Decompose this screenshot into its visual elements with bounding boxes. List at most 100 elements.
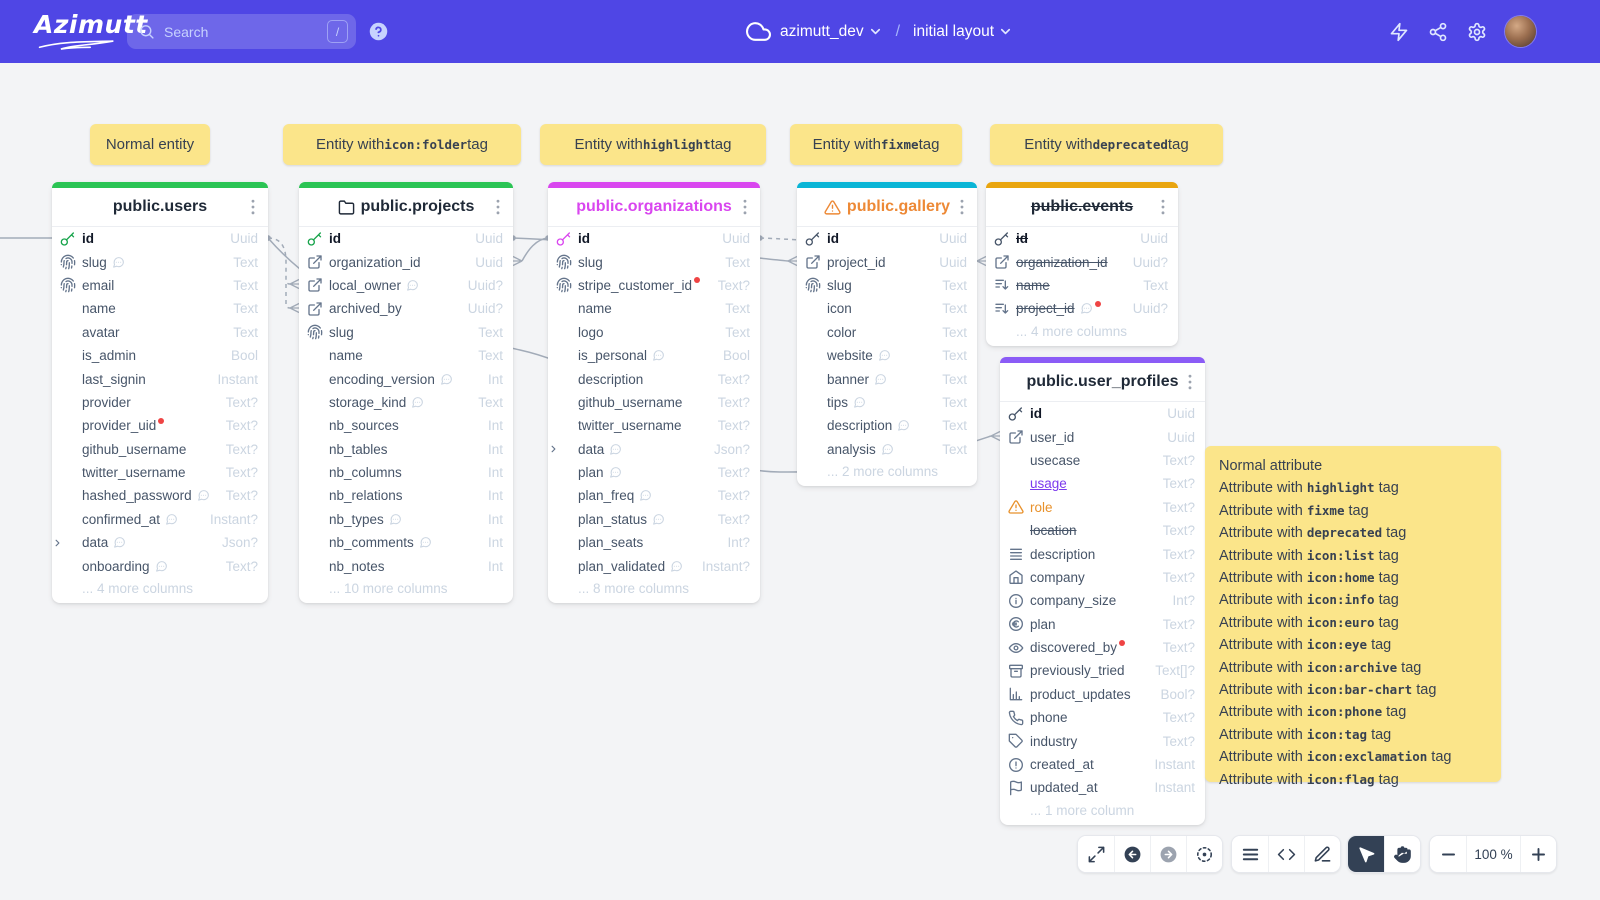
attribute-github_username[interactable]: github_usernameText?: [52, 438, 268, 461]
layout-selector[interactable]: initial layout: [913, 23, 1013, 41]
attribute-slug[interactable]: slugText: [797, 274, 977, 297]
select-tool-button[interactable]: [1348, 836, 1384, 872]
attribute-organization_id[interactable]: organization_idUuid?: [986, 250, 1178, 273]
attribute-description[interactable]: descriptionText?: [1000, 542, 1205, 565]
attribute-usage[interactable]: usageText?: [1000, 472, 1205, 495]
attribute-name[interactable]: nameText: [52, 297, 268, 320]
attribute-user_id[interactable]: user_idUuid: [1000, 425, 1205, 448]
search-input[interactable]: [162, 23, 327, 41]
attribute-plan[interactable]: planText?: [1000, 613, 1205, 636]
attribute-data[interactable]: dataJson?: [52, 531, 268, 554]
attribute-plan_seats[interactable]: plan_seatsInt?: [548, 531, 760, 554]
attribute-usecase[interactable]: usecaseText?: [1000, 449, 1205, 472]
entity-menu-icon[interactable]: [1180, 372, 1200, 392]
attribute-website[interactable]: websiteText: [797, 344, 977, 367]
attribute-description[interactable]: descriptionText?: [548, 367, 760, 390]
attribute-discovered_by[interactable]: discovered_byText?: [1000, 636, 1205, 659]
attribute-nb_comments[interactable]: nb_commentsInt: [299, 531, 513, 554]
attribute-storage_kind[interactable]: storage_kindText: [299, 391, 513, 414]
table-list-button[interactable]: [1232, 836, 1268, 872]
attribute-github_username[interactable]: github_usernameText?: [548, 391, 760, 414]
memo-note[interactable]: Entity with deprecated tag: [990, 124, 1223, 165]
attribute-id[interactable]: idUuid: [299, 227, 513, 250]
attribute-last_signin[interactable]: last_signinInstant: [52, 367, 268, 390]
attribute-onboarding[interactable]: onboardingText?: [52, 554, 268, 577]
attribute-slug[interactable]: slugText: [548, 250, 760, 273]
attribute-nb_relations[interactable]: nb_relationsInt: [299, 484, 513, 507]
entity-events[interactable]: public.eventsidUuidorganization_idUuid?n…: [986, 182, 1178, 346]
memo-note[interactable]: Entity with fixme tag: [790, 124, 962, 165]
attribute-twitter_username[interactable]: twitter_usernameText?: [52, 461, 268, 484]
attribute-organization_id[interactable]: organization_idUuid: [299, 250, 513, 273]
attribute-avatar[interactable]: avatarText: [52, 321, 268, 344]
attribute-email[interactable]: emailText: [52, 274, 268, 297]
attribute-analysis[interactable]: analysisText: [797, 438, 977, 461]
attribute-created_at[interactable]: created_atInstant: [1000, 753, 1205, 776]
attribute-icon[interactable]: iconText: [797, 297, 977, 320]
attribute-data[interactable]: dataJson?: [548, 438, 760, 461]
zoom-in-button[interactable]: [1520, 836, 1556, 872]
edit-memo-button[interactable]: [1304, 836, 1340, 872]
settings-gear-icon[interactable]: [1467, 22, 1487, 42]
attribute-slug[interactable]: slugText: [299, 321, 513, 344]
memo-note[interactable]: Entity with icon:folder tag: [283, 124, 521, 165]
attribute-plan[interactable]: planText?: [548, 461, 760, 484]
memo-note[interactable]: Normal entity: [90, 124, 210, 165]
attribute-archived_by[interactable]: archived_byUuid?: [299, 297, 513, 320]
entity-menu-icon[interactable]: [488, 197, 508, 217]
attribute-is_admin[interactable]: is_adminBool: [52, 344, 268, 367]
attribute-plan_freq[interactable]: plan_freqText?: [548, 484, 760, 507]
attribute-company[interactable]: companyText?: [1000, 566, 1205, 589]
entity-menu-icon[interactable]: [735, 197, 755, 217]
attribute-plan_validated[interactable]: plan_validatedInstant?: [548, 554, 760, 577]
attribute-tips[interactable]: tipsText: [797, 391, 977, 414]
user-avatar[interactable]: [1505, 16, 1536, 47]
expand-chevron-icon[interactable]: [52, 537, 63, 548]
attribute-name[interactable]: nameText: [299, 344, 513, 367]
attribute-id[interactable]: idUuid: [1000, 402, 1205, 425]
attribute-nb_tables[interactable]: nb_tablesInt: [299, 438, 513, 461]
help-icon[interactable]: [368, 21, 389, 42]
aml-editor-button[interactable]: [1268, 836, 1304, 872]
attribute-location[interactable]: locationText?: [1000, 519, 1205, 542]
more-columns[interactable]: ... 4 more columns: [986, 321, 1178, 339]
attribute-name[interactable]: nameText: [986, 274, 1178, 297]
attribute-nb_columns[interactable]: nb_columnsInt: [299, 461, 513, 484]
entity-menu-icon[interactable]: [1153, 197, 1173, 217]
fit-screen-button[interactable]: [1078, 836, 1114, 872]
attribute-provider_uid[interactable]: provider_uidText?: [52, 414, 268, 437]
attribute-industry[interactable]: industryText?: [1000, 729, 1205, 752]
search-box[interactable]: /: [127, 14, 356, 49]
more-columns[interactable]: ... 10 more columns: [299, 578, 513, 596]
attribute-is_personal[interactable]: is_personalBool: [548, 344, 760, 367]
entity-organizations[interactable]: public.organizationsidUuidslugTextstripe…: [548, 182, 760, 603]
more-columns[interactable]: ... 2 more columns: [797, 461, 977, 479]
attribute-project_id[interactable]: project_idUuid?: [986, 297, 1178, 320]
attribute-phone[interactable]: phoneText?: [1000, 706, 1205, 729]
attribute-color[interactable]: colorText: [797, 321, 977, 344]
attribute-logo[interactable]: logoText: [548, 321, 760, 344]
attribute-id[interactable]: idUuid: [797, 227, 977, 250]
attribute-role[interactable]: roleText?: [1000, 496, 1205, 519]
attribute-id[interactable]: idUuid: [548, 227, 760, 250]
entity-gallery[interactable]: public.galleryidUuidproject_idUuidslugTe…: [797, 182, 977, 486]
pan-tool-button[interactable]: [1384, 836, 1420, 872]
undo-button[interactable]: [1114, 836, 1150, 872]
attribute-product_updates[interactable]: product_updatesBool?: [1000, 683, 1205, 706]
quick-actions-icon[interactable]: [1389, 22, 1409, 42]
share-icon[interactable]: [1428, 22, 1448, 42]
attribute-encoding_version[interactable]: encoding_versionInt: [299, 367, 513, 390]
attribute-name[interactable]: nameText: [548, 297, 760, 320]
attribute-nb_notes[interactable]: nb_notesInt: [299, 554, 513, 577]
entity-menu-icon[interactable]: [952, 197, 972, 217]
attribute-tags-note[interactable]: Normal attributeAttribute with highlight…: [1205, 446, 1501, 782]
entity-user_profiles[interactable]: public.user_profilesidUuiduser_idUuiduse…: [1000, 357, 1205, 825]
attribute-confirmed_at[interactable]: confirmed_atInstant?: [52, 508, 268, 531]
memo-note[interactable]: Entity with highlight tag: [540, 124, 766, 165]
project-selector[interactable]: azimutt_dev: [780, 23, 883, 41]
attribute-nb_sources[interactable]: nb_sourcesInt: [299, 414, 513, 437]
more-columns[interactable]: ... 8 more columns: [548, 578, 760, 596]
attribute-company_size[interactable]: company_sizeInt?: [1000, 589, 1205, 612]
attribute-plan_status[interactable]: plan_statusText?: [548, 508, 760, 531]
redo-button[interactable]: [1150, 836, 1186, 872]
